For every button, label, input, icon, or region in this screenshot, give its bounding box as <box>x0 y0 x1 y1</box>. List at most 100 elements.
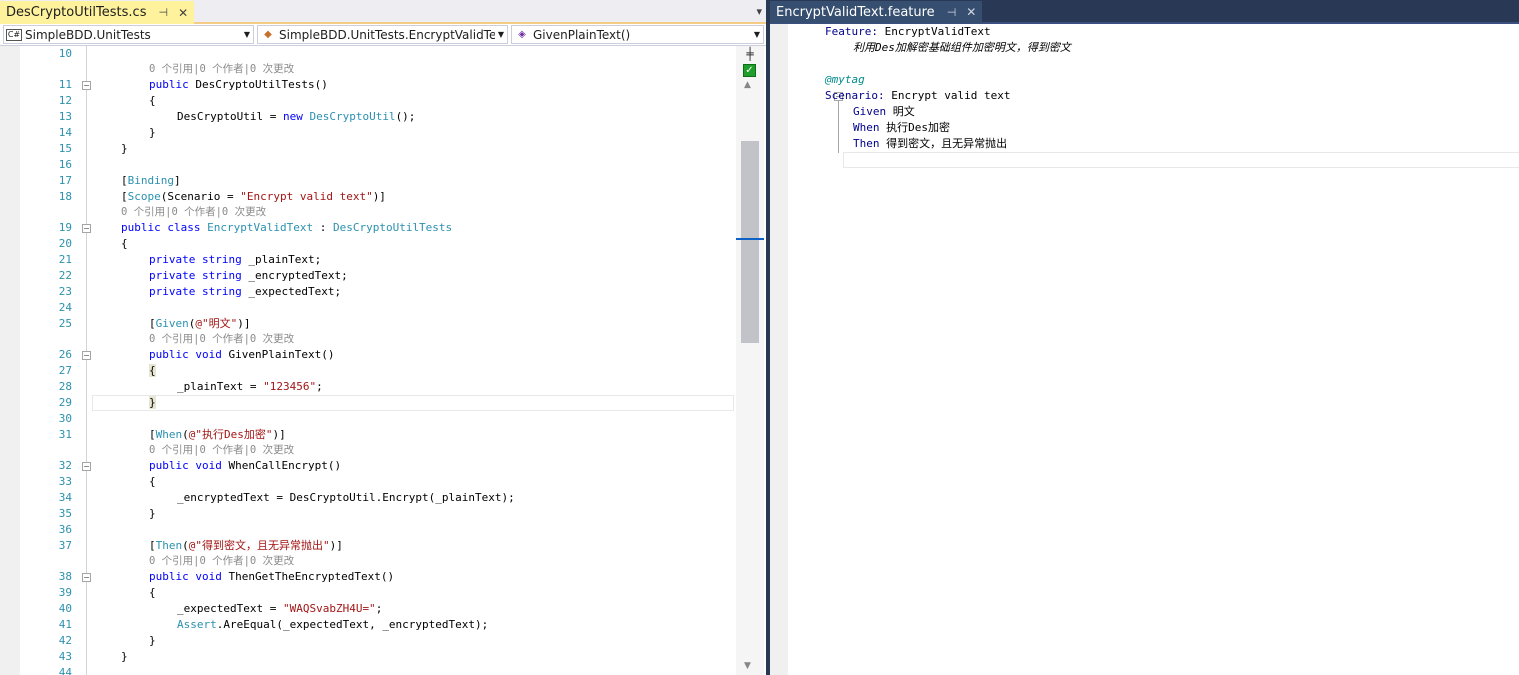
keyword: public <box>121 221 161 234</box>
close-icon[interactable]: ✕ <box>966 5 976 19</box>
keyword: new <box>282 110 303 123</box>
attribute-name: Scope <box>127 190 161 203</box>
gherkin-keyword: When <box>853 121 880 134</box>
csharp-project-icon: C# <box>6 28 22 41</box>
code-token: (Scenario = <box>160 190 241 203</box>
code-line: private string _encryptedText; <box>149 268 348 284</box>
line-number: 26 <box>58 348 72 361</box>
code-token: )] <box>372 190 386 203</box>
caret-position-marker <box>736 238 764 240</box>
code-line: DesCryptoUtil = new DesCryptoUtil(); <box>177 109 415 125</box>
code-line: { <box>149 475 156 488</box>
then-step: Then 得到密文，且无异常抛出 <box>853 136 1007 152</box>
line-number: 21 <box>58 253 72 266</box>
close-icon[interactable]: ✕ <box>178 6 188 20</box>
collapse-icon[interactable]: − <box>82 224 91 233</box>
line-number: 12 <box>58 94 72 107</box>
line-number-gutter: 10 11 12 13 14 15 16 17 18 19 20 21 22 2… <box>20 46 72 675</box>
code-line: _plainText = "123456"; <box>177 379 323 395</box>
line-number: 43 <box>58 650 72 663</box>
keyword: string <box>201 285 242 298</box>
collapse-icon[interactable]: − <box>82 462 91 471</box>
tab-title: DesCryptoUtilTests.cs <box>6 5 147 20</box>
line-number: 41 <box>58 618 72 631</box>
string-literal: "123456" <box>263 380 317 393</box>
member-dropdown[interactable]: ◈ GivenPlainText() ▼ <box>511 25 764 44</box>
code-token: DesCryptoUtilTests() <box>188 78 328 91</box>
pin-icon[interactable]: ⊣ <box>947 6 957 19</box>
step-text: 执行Des加密 <box>879 121 950 134</box>
tab-encrypt-valid-text-feature[interactable]: EncryptValidText.feature ⊣ ✕ <box>770 1 983 23</box>
code-line: { <box>149 586 156 599</box>
collapse-icon[interactable]: − <box>82 81 91 90</box>
attribute-name: Then <box>155 539 183 552</box>
codelens-references[interactable]: 0 个引用|0 个作者|0 次更改 <box>149 442 294 458</box>
code-token: GivenPlainText() <box>221 348 335 361</box>
split-window-icon[interactable]: ╪ <box>743 48 757 62</box>
scroll-up-arrow-icon[interactable]: ▲ <box>744 80 751 90</box>
codelens-references[interactable]: 0 个引用|0 个作者|0 次更改 <box>149 553 294 569</box>
line-number: 40 <box>58 602 72 615</box>
step-text: 明文 <box>886 105 915 118</box>
keyword: public <box>149 570 189 583</box>
codelens-references[interactable]: 0 个引用|0 个作者|0 次更改 <box>149 331 294 347</box>
member-dropdown-value: GivenPlainText() <box>533 27 631 42</box>
code-line: } <box>149 126 156 139</box>
codelens-references[interactable]: 0 个引用|0 个作者|0 次更改 <box>149 61 294 77</box>
code-line: } <box>149 634 156 647</box>
code-line: } <box>149 395 156 411</box>
feature-description: 利用Des加解密基础组件加密明文，得到密文 <box>853 41 1071 54</box>
line-number: 22 <box>58 269 72 282</box>
code-token: [ <box>149 539 156 552</box>
feature-text-area[interactable]: − Feature: EncryptValidText 利用Des加解密基础组件… <box>788 24 1519 675</box>
vertical-scrollbar[interactable]: ╪ ✓ ▲ ▼ <box>736 46 764 675</box>
keyword: void <box>195 348 222 361</box>
chevron-down-icon: ▼ <box>243 30 251 39</box>
code-token: ( <box>182 428 189 441</box>
line-number: 16 <box>58 158 72 171</box>
collapse-icon[interactable]: − <box>82 351 91 360</box>
code-token: ThenGetTheEncryptedText() <box>221 570 395 583</box>
collapse-icon[interactable]: − <box>82 573 91 582</box>
tab-overflow-dropdown-icon[interactable]: ▾ <box>756 5 762 18</box>
matching-brace: { <box>149 364 156 377</box>
codelens-references[interactable]: 0 个引用|0 个作者|0 次更改 <box>121 204 266 220</box>
method-icon: ◈ <box>518 29 526 40</box>
left-tab-strip: DesCryptoUtilTests.cs ⊣ ✕ ▾ <box>0 0 766 24</box>
string-literal: @"明文" <box>195 317 238 330</box>
code-line: public void ThenGetTheEncryptedText() <box>149 569 394 585</box>
line-number: 38 <box>58 570 72 583</box>
project-dropdown[interactable]: C# SimpleBDD.UnitTests ▼ <box>3 25 254 44</box>
scroll-thumb[interactable] <box>741 141 759 343</box>
code-text-area[interactable]: 10 11 12 13 14 15 16 17 18 19 20 21 22 2… <box>0 46 736 675</box>
code-token: )] <box>237 317 251 330</box>
no-issues-check-icon[interactable]: ✓ <box>743 64 756 77</box>
navigation-bar: C# SimpleBDD.UnitTests ▼ ◆ SimpleBDD.Uni… <box>0 24 766 46</box>
code-line: [When(@"执行Des加密")] <box>149 427 286 443</box>
pin-icon[interactable]: ⊣ <box>158 6 168 19</box>
code-line: [Given(@"明文")] <box>149 316 251 332</box>
code-line: { <box>149 363 156 379</box>
chevron-down-icon: ▼ <box>497 30 505 39</box>
attribute-name: When <box>155 428 183 441</box>
code-line: public DesCryptoUtilTests() <box>149 77 328 93</box>
feature-line: Feature: EncryptValidText <box>825 24 991 40</box>
code-line: _encryptedText = DesCryptoUtil.Encrypt(_… <box>177 491 515 504</box>
line-number: 23 <box>58 285 72 298</box>
current-line-highlight <box>843 152 1519 168</box>
scenario-line: Scenario: Encrypt valid text <box>825 88 1010 104</box>
gherkin-keyword: Given <box>853 105 887 118</box>
feature-name: EncryptValidText <box>877 25 991 38</box>
code-token: _plainText; <box>241 253 322 266</box>
keyword: public <box>149 348 189 361</box>
gherkin-keyword: Then <box>853 137 880 150</box>
scroll-down-arrow-icon[interactable]: ▼ <box>744 661 751 671</box>
scenario-name: Encrypt valid text <box>884 89 1011 102</box>
code-token: DesCryptoUtil = <box>177 110 283 123</box>
outlining-guide <box>838 101 839 153</box>
code-line: [Binding] <box>121 173 181 189</box>
tab-des-crypto-util-tests[interactable]: DesCryptoUtilTests.cs ⊣ ✕ <box>0 1 195 24</box>
line-number: 30 <box>58 412 72 425</box>
type-dropdown[interactable]: ◆ SimpleBDD.UnitTests.EncryptValidTex ▼ <box>257 25 508 44</box>
chevron-down-icon: ▼ <box>753 30 761 39</box>
